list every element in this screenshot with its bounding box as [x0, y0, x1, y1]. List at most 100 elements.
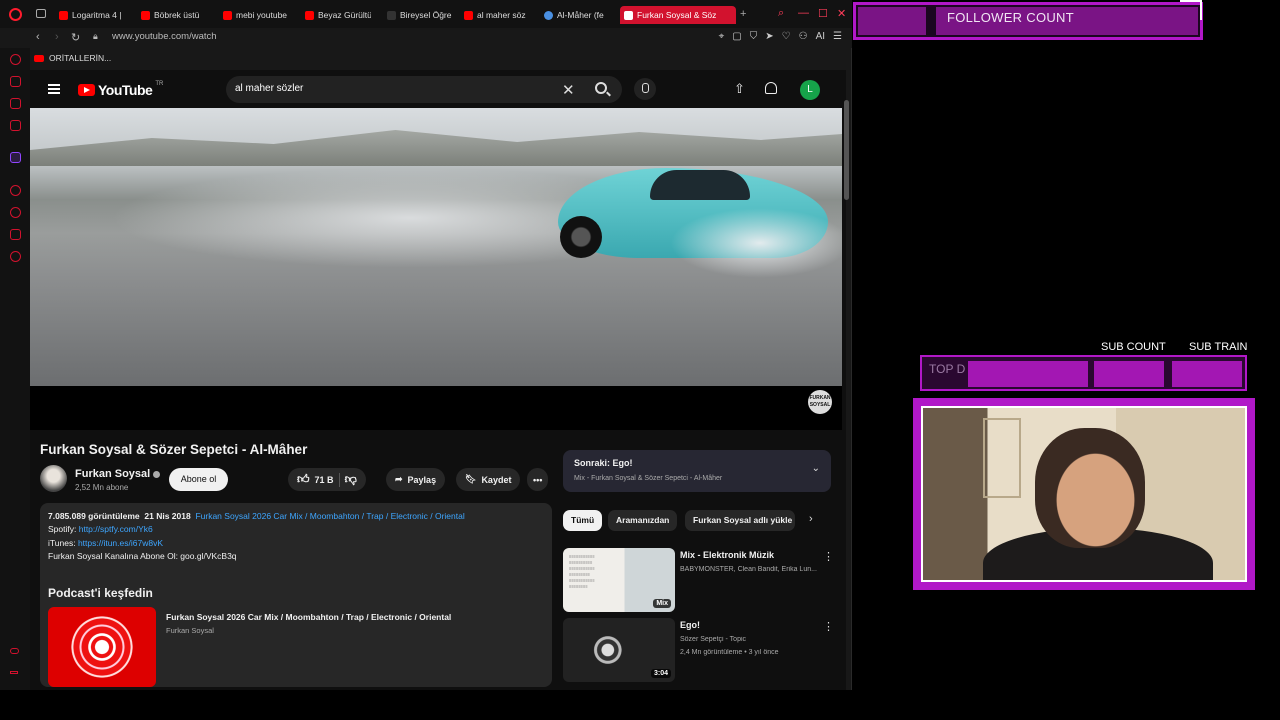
maximize-icon[interactable]: ☐: [818, 7, 828, 20]
dislike-icon[interactable]: 👎︎: [345, 472, 357, 487]
snapshot-icon[interactable]: ▢: [732, 31, 741, 42]
forward-icon[interactable]: ›: [55, 31, 59, 43]
back-icon[interactable]: ‹: [36, 31, 40, 43]
new-tab-icon[interactable]: +: [740, 8, 746, 20]
search-input[interactable]: al maher sözler: [235, 83, 303, 94]
chip-uploads[interactable]: Furkan Soysal adlı yükle: [685, 510, 795, 531]
mix-badge: Mix: [653, 599, 671, 608]
tab-mebi[interactable]: mebi youtube: [219, 6, 289, 24]
chip-all[interactable]: Tümü: [563, 510, 603, 531]
tab-bireysel[interactable]: Bireysel Öğre: [383, 6, 453, 24]
like-count[interactable]: 71 B: [315, 475, 334, 485]
menu-icon[interactable]: ☰: [833, 31, 842, 42]
pin-icon[interactable]: ⌖: [719, 31, 725, 42]
podcast-thumbnail[interactable]: [48, 607, 156, 687]
browser-window: Logaritma 4 | Böbrek üstü mebi youtube B…: [0, 0, 852, 690]
search-box[interactable]: al maher sözler ✕: [226, 76, 622, 103]
podcast-channel[interactable]: Furkan Soysal: [166, 626, 214, 635]
ai-button[interactable]: AI: [816, 31, 825, 42]
wheel-smoke: [670, 208, 842, 278]
twitch-icon[interactable]: [10, 152, 21, 163]
user-avatar[interactable]: L: [800, 80, 820, 100]
channel-avatar[interactable]: [40, 465, 67, 492]
car-window: [650, 170, 750, 200]
speaker-icon: [624, 10, 633, 20]
recommendation-item[interactable]: 3:04 Ego! Sözer Sepetçi - Topic 2,4 Mn g…: [563, 618, 846, 682]
search-icon[interactable]: [595, 82, 607, 94]
kebab-menu-icon[interactable]: ⋮: [823, 550, 834, 563]
tab-beyaz[interactable]: Beyaz Gürültü: [301, 6, 371, 24]
clock-icon[interactable]: [10, 207, 21, 218]
shield-icon[interactable]: ⛉: [750, 31, 758, 42]
tab-active-video[interactable]: Furkan Soysal & Söz: [620, 6, 736, 24]
spotify-link[interactable]: http://sptfy.com/Yk6: [79, 524, 153, 534]
browser-sidebar: [0, 48, 30, 690]
hamburger-menu-icon[interactable]: [48, 84, 60, 94]
settings-icon[interactable]: [10, 251, 21, 262]
channel-name[interactable]: Furkan Soysal: [75, 468, 161, 480]
history-icon[interactable]: [10, 54, 21, 65]
player-icon[interactable]: [10, 185, 21, 196]
chip-from-search[interactable]: Aramanızdan: [608, 510, 678, 531]
close-window-icon[interactable]: ✕: [837, 7, 846, 20]
overlay-corner: [1180, 0, 1202, 20]
video-frame[interactable]: [30, 108, 842, 386]
more-icon[interactable]: [10, 671, 18, 674]
chevron-right-icon[interactable]: ›: [809, 513, 813, 525]
profile-icon[interactable]: ⚇: [799, 31, 808, 42]
heart-icon[interactable]: ♡: [782, 31, 791, 42]
kebab-menu-icon[interactable]: ⋮: [823, 620, 834, 633]
address-bar: ‹ › ↻ 🔒︎ www.youtube.com/watch ⌖ ▢ ⛉ ➤ ♡…: [0, 28, 852, 48]
tab-al-maher[interactable]: Al-Måher (fe: [540, 6, 612, 24]
follower-count-label: FOLLOWER COUNT: [947, 10, 1074, 25]
voice-search-icon[interactable]: [634, 78, 656, 100]
video-player[interactable]: FURKAN SOYSAL: [30, 108, 842, 430]
page-scrollbar[interactable]: [844, 100, 849, 200]
subscribe-button[interactable]: Abone ol: [169, 468, 228, 491]
minimize-icon[interactable]: —: [798, 7, 809, 19]
youtube-favicon-icon: [305, 10, 314, 20]
hashtag-link[interactable]: Furkan Soysal 2026 Car Mix / Moombahton …: [195, 511, 464, 521]
youtube-logo[interactable]: YouTube TR: [78, 81, 163, 98]
recommendation-item[interactable]: ≡≡≡≡≡≡≡≡≡≡≡ ≡≡≡≡≡≡≡≡≡≡ ≡≡≡≡≡≡≡≡≡≡≡ ≡≡≡≡≡≡≡≡…: [563, 548, 846, 612]
instagram-icon[interactable]: [10, 120, 21, 131]
tab-logaritma[interactable]: Logaritma 4 |: [55, 6, 125, 24]
clear-search-icon[interactable]: ✕: [562, 81, 575, 99]
recommendation-meta: BABYMONSTER, Clean Bandit, Erika Lun...: [680, 566, 817, 573]
share-button[interactable]: ➦ Paylaş: [386, 468, 446, 491]
upload-icon[interactable]: ⇧: [734, 81, 745, 97]
search-tabs-icon[interactable]: ⌕: [778, 7, 784, 20]
recommendation-title[interactable]: Ego!: [680, 620, 830, 630]
recommendation-thumbnail[interactable]: ≡≡≡≡≡≡≡≡≡≡≡ ≡≡≡≡≡≡≡≡≡≡ ≡≡≡≡≡≡≡≡≡≡≡ ≡≡≡≡≡≡≡≡…: [563, 548, 675, 612]
more-actions-button[interactable]: •••: [527, 468, 549, 491]
chevron-down-icon[interactable]: ⌄: [812, 463, 820, 474]
tab-al-maher-search[interactable]: al maher söz: [460, 6, 532, 24]
save-button[interactable]: 🔖︎ Kaydet: [456, 468, 521, 491]
like-icon[interactable]: 👍︎: [297, 472, 310, 487]
shopping-icon[interactable]: [10, 76, 21, 87]
recommendation-title[interactable]: Mix - Elektronik Müzik: [680, 550, 830, 560]
tab-bobrek[interactable]: Böbrek üstü: [137, 6, 207, 24]
url-field[interactable]: www.youtube.com/watch: [112, 31, 217, 42]
share-icon: ➦: [395, 474, 403, 484]
pinboard-icon[interactable]: [10, 229, 21, 240]
itunes-link[interactable]: https://itun.es/i67w8vK: [78, 538, 163, 548]
recommendation-thumbnail[interactable]: 3:04: [563, 618, 675, 682]
send-icon[interactable]: ➤: [765, 31, 773, 42]
messenger-icon[interactable]: [10, 98, 21, 109]
reload-icon[interactable]: ↻: [71, 31, 80, 44]
channel-watermark[interactable]: FURKAN SOYSAL: [808, 390, 832, 414]
bookmarks-bar: ORİTALLERİN...: [0, 48, 852, 68]
podcast-title[interactable]: Furkan Soysal 2026 Car Mix / Moombahton …: [166, 612, 451, 622]
bookmark-item[interactable]: ORİTALLERİN...: [34, 53, 111, 63]
counter-segment: [1094, 361, 1164, 387]
globe-favicon-icon: [544, 10, 553, 20]
tabs-overview-icon[interactable]: [36, 9, 46, 18]
up-next-panel[interactable]: Sonraki: Ego! Mix - Furkan Soysal & Söze…: [563, 450, 831, 492]
youtube-favicon-icon: [34, 54, 44, 62]
opera-logo-icon[interactable]: [9, 8, 22, 21]
gx-icon[interactable]: [10, 648, 19, 654]
notifications-bell-icon[interactable]: [765, 82, 777, 94]
youtube-play-icon: [78, 84, 95, 96]
car-wheel: [560, 216, 602, 258]
